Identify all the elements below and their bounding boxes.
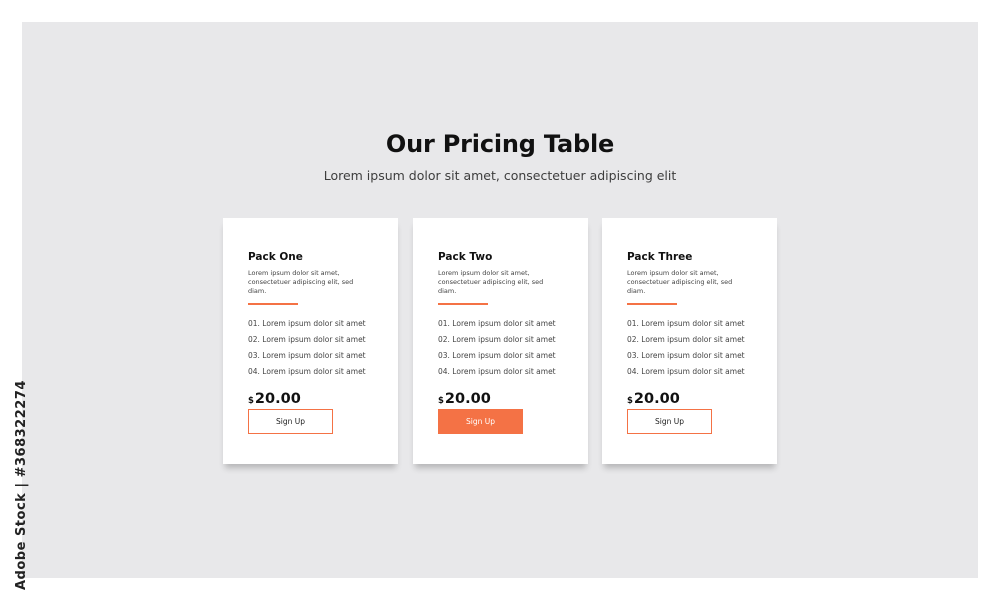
plan-price: $ 20.00 xyxy=(438,387,568,407)
feature-item: 02. Lorem ipsum dolor sit amet xyxy=(248,335,366,344)
pricing-card-pack-three: Pack Three Lorem ipsum dolor sit amet, c… xyxy=(602,218,777,464)
pricing-card-content: Pack One Lorem ipsum dolor sit amet, con… xyxy=(248,251,378,434)
feature-list: 01. Lorem ipsum dolor sit amet 02. Lorem… xyxy=(627,319,757,383)
feature-list: 01. Lorem ipsum dolor sit amet 02. Lorem… xyxy=(438,319,568,383)
price-amount: 20.00 xyxy=(444,391,491,407)
price-amount: 20.00 xyxy=(633,391,680,407)
sign-up-button[interactable]: Sign Up xyxy=(248,409,333,434)
pricing-card-content: Pack Three Lorem ipsum dolor sit amet, c… xyxy=(627,251,757,434)
plan-name: Pack One xyxy=(248,251,303,263)
plan-price: $ 20.00 xyxy=(248,387,378,407)
currency-symbol: $ xyxy=(248,396,254,406)
feature-item: 02. Lorem ipsum dolor sit amet xyxy=(627,335,745,344)
feature-item: 04. Lorem ipsum dolor sit amet xyxy=(248,367,366,376)
accent-divider xyxy=(627,303,677,305)
pricing-card-pack-one: Pack One Lorem ipsum dolor sit amet, con… xyxy=(223,218,398,464)
feature-item: 01. Lorem ipsum dolor sit amet xyxy=(248,319,366,328)
plan-description: Lorem ipsum dolor sit amet, consectetuer… xyxy=(438,269,544,295)
sign-up-button[interactable]: Sign Up xyxy=(627,409,712,434)
plan-name: Pack Three xyxy=(627,251,693,263)
pricing-card-pack-two: Pack Two Lorem ipsum dolor sit amet, con… xyxy=(413,218,588,464)
feature-item: 01. Lorem ipsum dolor sit amet xyxy=(627,319,745,328)
accent-divider xyxy=(248,303,298,305)
page-subtitle: Lorem ipsum dolor sit amet, consectetuer… xyxy=(323,168,677,183)
accent-divider xyxy=(438,303,488,305)
plan-name: Pack Two xyxy=(438,251,493,263)
page-title: Our Pricing Table xyxy=(385,130,615,158)
currency-symbol: $ xyxy=(438,396,444,406)
feature-item: 04. Lorem ipsum dolor sit amet xyxy=(627,367,745,376)
plan-description: Lorem ipsum dolor sit amet, consectetuer… xyxy=(627,269,733,295)
feature-item: 03. Lorem ipsum dolor sit amet xyxy=(248,351,366,360)
pricing-card-content: Pack Two Lorem ipsum dolor sit amet, con… xyxy=(438,251,568,434)
feature-item: 01. Lorem ipsum dolor sit amet xyxy=(438,319,556,328)
sign-up-button-highlighted[interactable]: Sign Up xyxy=(438,409,523,434)
plan-price: $ 20.00 xyxy=(627,387,757,407)
price-amount: 20.00 xyxy=(254,391,301,407)
feature-list: 01. Lorem ipsum dolor sit amet 02. Lorem… xyxy=(248,319,378,383)
feature-item: 03. Lorem ipsum dolor sit amet xyxy=(627,351,745,360)
feature-item: 04. Lorem ipsum dolor sit amet xyxy=(438,367,556,376)
feature-item: 02. Lorem ipsum dolor sit amet xyxy=(438,335,556,344)
feature-item: 03. Lorem ipsum dolor sit amet xyxy=(438,351,556,360)
plan-description: Lorem ipsum dolor sit amet, consectetuer… xyxy=(248,269,354,295)
stock-watermark-label: Adobe Stock | #368322274 xyxy=(14,380,29,590)
currency-symbol: $ xyxy=(627,396,633,406)
